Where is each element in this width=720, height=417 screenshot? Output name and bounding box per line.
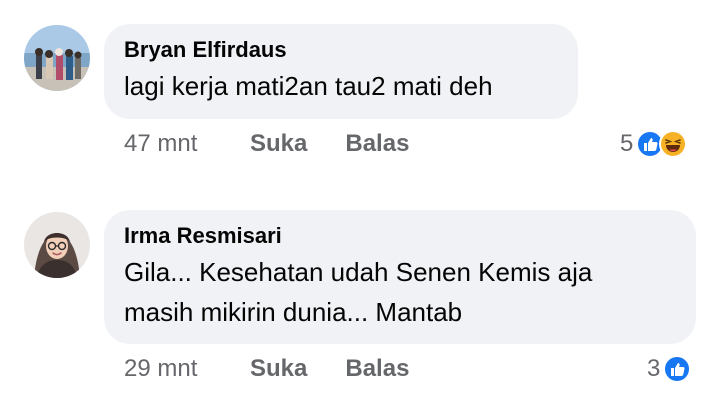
- comment-thread: Bryan Elfirdaus lagi kerja mati2an tau2 …: [0, 0, 720, 417]
- reply-button[interactable]: Balas: [345, 355, 409, 383]
- comment-author[interactable]: Bryan Elfirdaus: [124, 36, 558, 64]
- reaction-count: 5: [620, 130, 634, 157]
- reaction-summary[interactable]: 3: [647, 351, 692, 387]
- comment-author[interactable]: Irma Resmisari: [124, 222, 676, 250]
- avatar[interactable]: [24, 25, 90, 91]
- like-button[interactable]: Suka: [250, 130, 307, 158]
- comment-text: Gila... Kesehatan udah Senen Kemis aja m…: [124, 252, 676, 332]
- comment-text-line: masih mikirin dunia... Mantab: [124, 297, 463, 327]
- comment-actions: 29 mnt Suka Balas: [124, 351, 409, 387]
- comment-timestamp[interactable]: 29 mnt: [124, 355, 250, 383]
- like-icon: [663, 355, 692, 383]
- comment-actions: 47 mnt Suka Balas: [124, 126, 409, 162]
- comment-bubble: Bryan Elfirdaus lagi kerja mati2an tau2 …: [104, 24, 578, 119]
- avatar[interactable]: [24, 212, 90, 278]
- haha-icon: [659, 130, 688, 158]
- reaction-summary[interactable]: 5: [620, 126, 688, 162]
- comment-bubble: Irma Resmisari Gila... Kesehatan udah Se…: [104, 210, 696, 344]
- like-button[interactable]: Suka: [250, 355, 307, 383]
- reaction-count: 3: [647, 355, 661, 382]
- comment-text-line: Gila... Kesehatan udah Senen Kemis aja: [124, 257, 593, 287]
- reply-button[interactable]: Balas: [345, 130, 409, 158]
- comment-text: lagi kerja mati2an tau2 mati deh: [124, 71, 493, 101]
- comment-timestamp[interactable]: 47 mnt: [124, 130, 250, 158]
